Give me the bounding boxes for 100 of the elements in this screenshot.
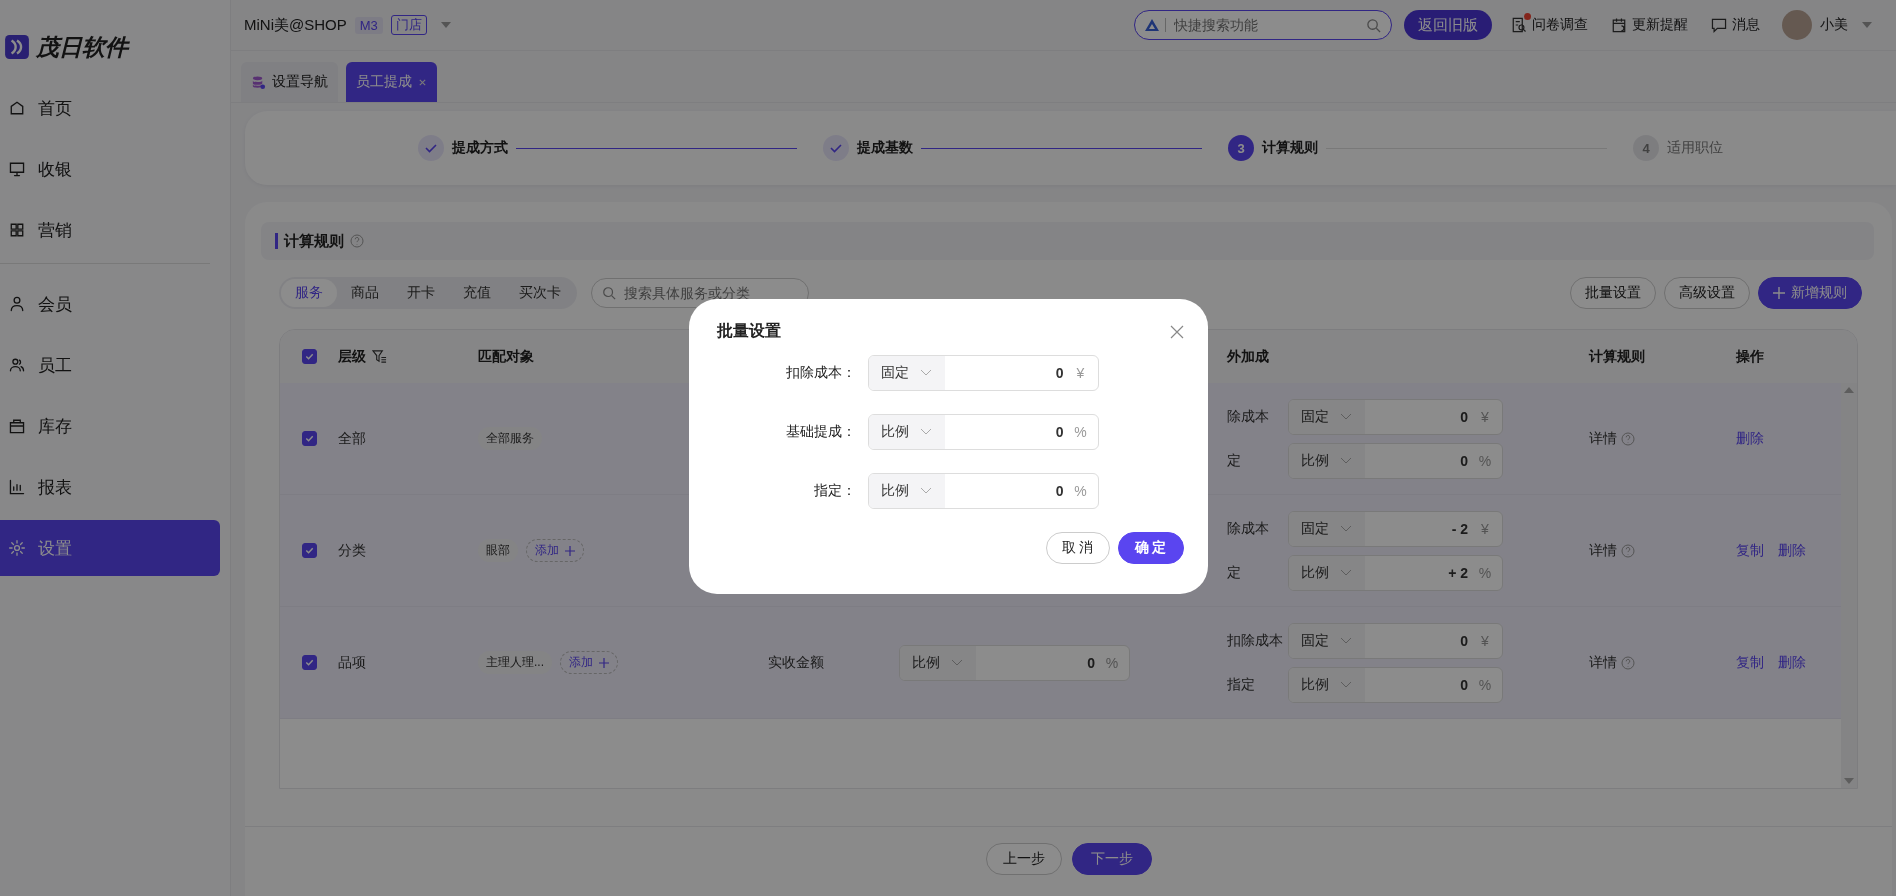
extra-label: 除成本 [1227,519,1270,538]
row-action-link[interactable]: 删除 [1736,429,1764,448]
sidebar-item[interactable]: 员工 [0,337,220,393]
field-label: 基础提成： [784,422,856,441]
sidebar-item[interactable]: 设置 [0,520,220,576]
back-to-old-version-button[interactable]: 返回旧版 [1404,10,1492,40]
database-gear-icon [251,74,266,90]
chevron-down-icon [1341,525,1351,532]
help-icon[interactable] [1621,543,1635,558]
menu-item-icon [8,478,26,496]
value-field[interactable]: 固定 - 2 ¥ [1288,510,1503,547]
field-label: 指定： [812,481,856,500]
menu-item-icon [8,295,26,313]
toolbar-button[interactable]: 高级设置 [1664,277,1750,309]
header-action[interactable]: 问卷调查 [1510,16,1588,34]
checkbox[interactable] [301,349,317,364]
cancel-button[interactable]: 取 消 [1045,531,1110,564]
value-field[interactable]: 比例 0 % [1288,666,1503,703]
header-action[interactable]: 消息 [1710,16,1760,34]
value-field[interactable]: 固定 0 ¥ [1288,398,1503,435]
previous-step-button[interactable]: 上一步 [985,843,1062,875]
value-field[interactable]: 比例 0 % [899,644,1130,681]
help-icon[interactable] [350,234,364,248]
filter-icon[interactable] [372,349,387,364]
sidebar-item[interactable]: 会员 [0,276,220,332]
chevron-down-icon [952,659,962,666]
logo-icon [4,34,30,60]
chevron-down-icon [1341,413,1351,420]
base-label: 实收金额 [768,653,825,672]
step-label: 提成基数 [857,139,913,157]
confirm-button[interactable]: 确 定 [1117,531,1184,564]
header-action[interactable]: 更新提醒 [1610,16,1688,34]
avatar[interactable] [1782,10,1812,40]
chevron-down-icon [1341,681,1351,688]
value-field[interactable]: 比例 0 % [1288,442,1503,479]
step-label: 计算规则 [1262,139,1318,157]
category-tab[interactable]: 充值 [449,279,505,307]
step-marker: 4 [1633,135,1659,161]
chevron-down-icon [1341,637,1351,644]
toolbar-button[interactable]: 新增规则 [1758,277,1862,309]
category-tab[interactable]: 商品 [337,279,393,307]
dropdown-caret-icon[interactable] [1862,22,1872,28]
column-header: 计算规则 [1589,347,1645,366]
row-action-link[interactable]: 删除 [1778,653,1806,672]
user-name[interactable]: 小美 [1820,16,1848,34]
checkbox[interactable] [301,543,317,558]
scroll-up-icon[interactable] [1844,387,1854,393]
row-action-link[interactable]: 复制 [1736,653,1764,672]
search-bar[interactable]: 快捷搜索功能 [1134,10,1392,40]
value-field[interactable]: 比例 0 % [867,413,1099,450]
chevron-down-icon [920,487,931,494]
tier-cell: 全部 [338,429,366,448]
plus-icon [1773,287,1785,299]
toolbar-button[interactable]: 批量设置 [1570,277,1656,309]
page-tab[interactable]: 员工提成 [346,62,437,102]
target-tag: 全部服务 [478,427,542,450]
check-icon [303,433,315,444]
value-field[interactable]: 固定 0 ¥ [1288,622,1503,659]
checkbox[interactable] [301,655,317,670]
step-marker: 3 [1228,135,1254,161]
sidebar-item[interactable]: 首页 [0,80,220,136]
header-action-icon [1610,16,1628,34]
details-link[interactable]: 详情 [1589,653,1617,672]
sidebar-item[interactable]: 收银 [0,141,220,197]
search-input[interactable]: 快捷搜索功能 [1172,16,1360,34]
extra-label: 定 [1227,451,1242,470]
row-action-link[interactable]: 删除 [1778,541,1806,560]
scroll-down-icon[interactable] [1844,778,1854,784]
menu-item-icon [8,417,26,435]
category-tab[interactable]: 开卡 [393,279,449,307]
close-icon[interactable] [1169,324,1184,339]
chevron-down-icon [920,369,931,376]
details-link[interactable]: 详情 [1589,541,1617,560]
plus-icon [565,545,575,556]
menu-item-icon [8,356,26,374]
value-field[interactable]: 比例 + 2 % [1288,554,1503,591]
tier-cell: 分类 [338,541,366,560]
help-icon[interactable] [1621,655,1635,670]
checkbox[interactable] [301,431,317,446]
sidebar-item[interactable]: 库存 [0,398,220,454]
sidebar-item[interactable]: 报表 [0,459,220,515]
step-label: 提成方式 [452,139,508,157]
value-field[interactable]: 比例 0 % [867,472,1099,509]
column-header: 匹配对象 [478,347,534,366]
help-icon[interactable] [1621,431,1635,446]
chevron-down-icon [1341,457,1351,464]
scrollbar[interactable] [1841,383,1857,788]
page-tab[interactable]: 设置导航 [241,62,338,102]
shop-name: MiNi美@SHOP [244,15,347,35]
category-tab[interactable]: 买次卡 [505,279,575,307]
sidebar-item[interactable]: 营销 [0,202,220,258]
check-icon [829,141,843,155]
section-title: 计算规则 [284,231,344,251]
next-step-button[interactable]: 下一步 [1071,843,1152,875]
details-link[interactable]: 详情 [1589,429,1617,448]
dropdown-caret-icon[interactable] [440,22,451,28]
extra-label: 除成本 [1227,407,1270,426]
category-tab[interactable]: 服务 [281,279,337,307]
value-field[interactable]: 固定 0 ¥ [867,354,1099,391]
row-action-link[interactable]: 复制 [1736,541,1764,560]
